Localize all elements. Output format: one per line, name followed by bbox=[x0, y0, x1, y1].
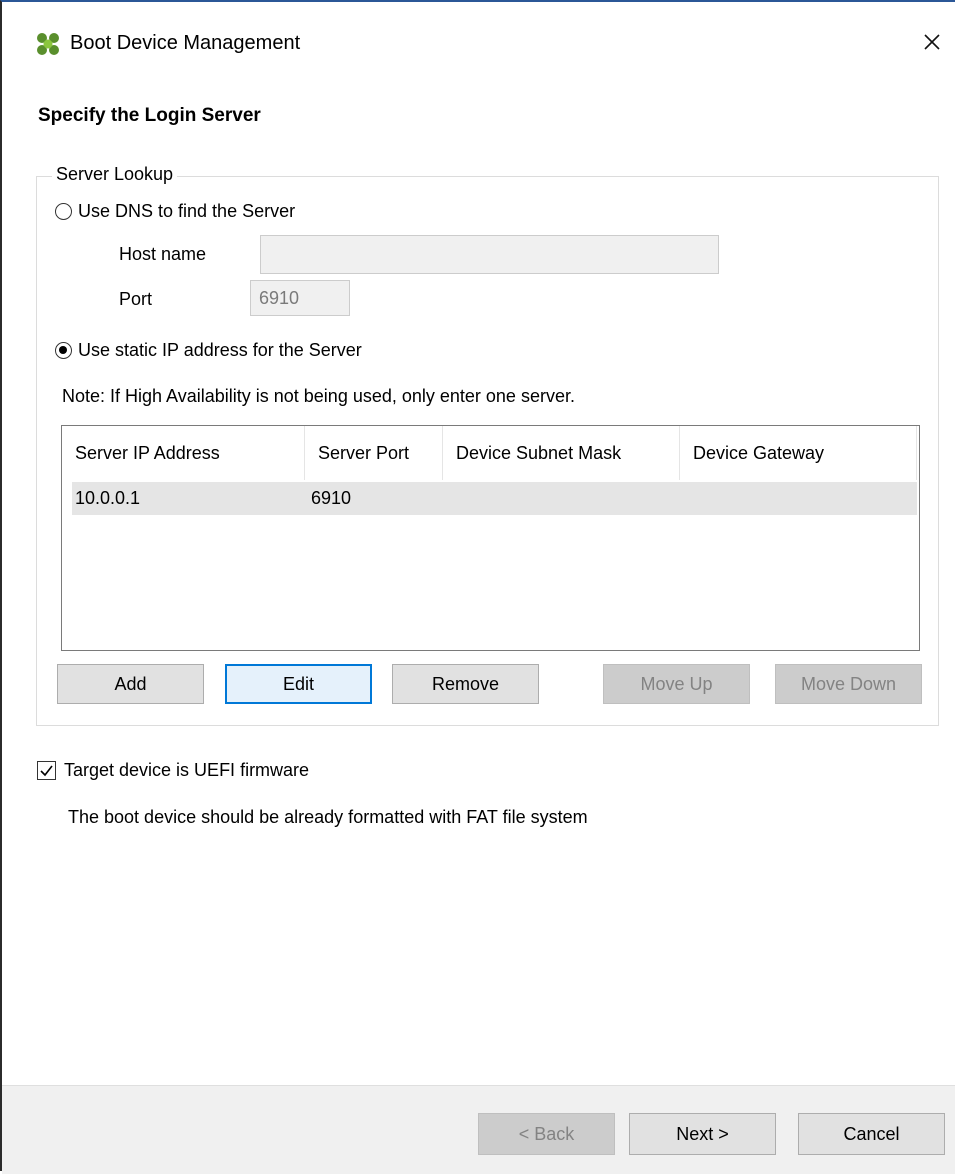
static-ip-radio-label: Use static IP address for the Server bbox=[78, 340, 362, 360]
column-header-subnet-mask[interactable]: Device Subnet Mask bbox=[443, 426, 680, 480]
title-bar: Boot Device Management bbox=[2, 2, 955, 84]
dns-radio-label: Use DNS to find the Server bbox=[78, 201, 296, 221]
server-list-table[interactable]: Server IP Address Server Port Device Sub… bbox=[61, 425, 920, 651]
page-heading: Specify the Login Server bbox=[38, 105, 261, 126]
next-button[interactable]: Next > bbox=[629, 1113, 776, 1155]
cell-subnet-mask bbox=[446, 482, 683, 515]
edit-button[interactable]: Edit bbox=[225, 664, 372, 704]
window-title: Boot Device Management bbox=[70, 32, 301, 54]
column-header-server-port[interactable]: Server Port bbox=[305, 426, 443, 480]
cell-server-port: 6910 bbox=[311, 488, 352, 508]
uefi-checkbox[interactable] bbox=[37, 761, 56, 780]
high-availability-note: Note: If High Availability is not being … bbox=[62, 386, 575, 406]
move-down-button[interactable]: Move Down bbox=[775, 664, 922, 704]
static-ip-radio-icon[interactable] bbox=[55, 342, 72, 359]
dns-radio-icon[interactable] bbox=[55, 203, 72, 220]
dialog-footer: < Back Next > Cancel bbox=[2, 1085, 955, 1174]
port-label: Port bbox=[119, 289, 153, 309]
column-header-server-ip[interactable]: Server IP Address bbox=[62, 426, 305, 480]
cell-gateway bbox=[683, 482, 917, 515]
host-name-label: Host name bbox=[119, 244, 207, 264]
dns-radio-option[interactable]: Use DNS to find the Server bbox=[55, 201, 295, 222]
dialog-window: Boot Device Management Specify the Login… bbox=[0, 0, 955, 1174]
close-icon[interactable] bbox=[914, 24, 950, 60]
column-header-gateway[interactable]: Device Gateway bbox=[680, 426, 917, 480]
remove-button[interactable]: Remove bbox=[392, 664, 539, 704]
add-button[interactable]: Add bbox=[57, 664, 204, 704]
back-button[interactable]: < Back bbox=[478, 1113, 615, 1155]
host-name-input[interactable] bbox=[260, 235, 719, 274]
move-up-button[interactable]: Move Up bbox=[603, 664, 750, 704]
cell-server-ip: 10.0.0.1 bbox=[75, 488, 141, 508]
port-input[interactable] bbox=[250, 280, 350, 316]
checkmark-icon bbox=[40, 765, 53, 777]
server-lookup-legend: Server Lookup bbox=[52, 164, 178, 185]
table-row[interactable]: 10.0.0.1 6910 bbox=[72, 482, 917, 515]
table-header: Server IP Address Server Port Device Sub… bbox=[62, 426, 919, 480]
cancel-button[interactable]: Cancel bbox=[798, 1113, 945, 1155]
uefi-checkbox-option[interactable]: Target device is UEFI firmware bbox=[37, 760, 309, 781]
fat-file-system-note: The boot device should be already format… bbox=[68, 807, 588, 827]
static-ip-radio-option[interactable]: Use static IP address for the Server bbox=[55, 340, 362, 361]
citrix-logo-icon bbox=[37, 33, 59, 55]
uefi-checkbox-label: Target device is UEFI firmware bbox=[64, 760, 310, 780]
